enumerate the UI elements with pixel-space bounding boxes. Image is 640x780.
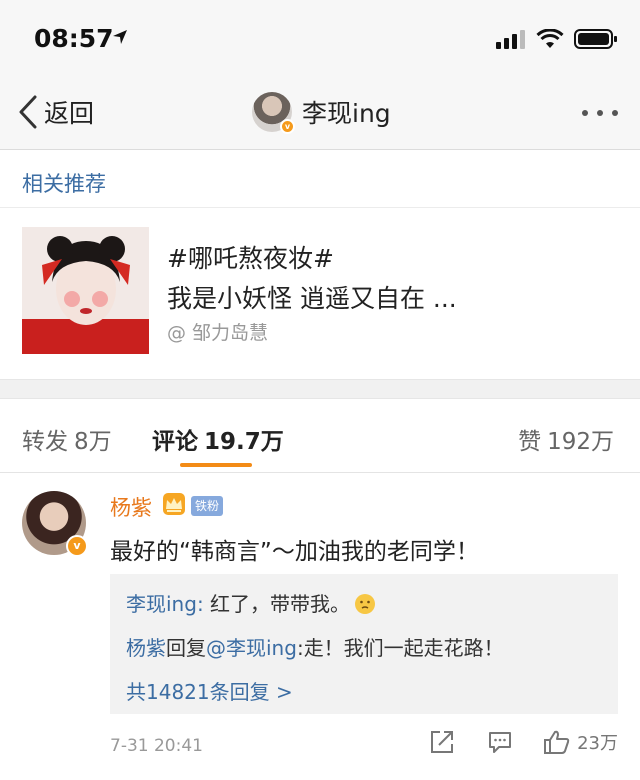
- recommendation-card[interactable]: #哪吒熬夜妆# 我是小妖怪 逍遥又自在 ... @ 邹力岛慧: [0, 209, 640, 379]
- reply-item: 杨紫回复@李现ing:走！我们一起走花路！: [126, 632, 504, 661]
- verified-badge-icon: v: [66, 535, 88, 557]
- reply-author[interactable]: 杨紫: [126, 636, 166, 660]
- thumbs-up-icon: [544, 730, 570, 754]
- recommendation-text: 我是小妖怪 逍遥又自在 ...: [167, 284, 457, 313]
- avatar: v: [252, 92, 295, 134]
- status-bar: 08:57: [0, 0, 640, 80]
- like-count: 23万: [577, 733, 618, 754]
- back-label: 返回: [44, 99, 95, 128]
- back-button[interactable]: 返回: [18, 94, 94, 130]
- tab-like[interactable]: 赞 192万: [518, 422, 614, 456]
- tab-comment[interactable]: 评论 19.7万: [152, 422, 284, 456]
- tab-like-count: 192万: [547, 429, 614, 455]
- active-tab-indicator: [180, 463, 252, 467]
- recommendation-thumbnail: [22, 227, 149, 354]
- reply-separator: :: [196, 592, 211, 616]
- battery-icon: [574, 29, 617, 49]
- reply-verb: 回复: [166, 636, 206, 660]
- reply-author[interactable]: 李现ing: [126, 592, 197, 616]
- comment-actions: 23万: [429, 729, 618, 755]
- reply-text: 走！我们一起走花路！: [303, 636, 504, 660]
- reply-text: 红了，带带我。: [210, 592, 351, 616]
- crown-icon: [163, 493, 185, 515]
- share-icon: [431, 731, 454, 753]
- cellular-signal-icon: [496, 30, 525, 49]
- tab-repost[interactable]: 转发 8万: [22, 422, 112, 456]
- share-button[interactable]: [429, 729, 455, 755]
- wifi-icon: [536, 29, 564, 48]
- recommendation-title: #哪吒熬夜妆#: [167, 244, 334, 273]
- comment-timestamp: 7-31 20:41: [110, 736, 203, 756]
- like-button[interactable]: 23万: [543, 729, 618, 755]
- interaction-tabs: 转发 8万 评论 19.7万 赞 192万: [0, 400, 640, 473]
- comment-author[interactable]: 杨紫: [110, 492, 152, 522]
- nav-profile[interactable]: v 李现ing: [252, 92, 391, 134]
- emoji-think-icon: [355, 594, 376, 614]
- tab-repost-count: 8万: [74, 429, 112, 455]
- reply-box[interactable]: 李现ing: 红了，带带我。 杨紫回复@李现ing:走！我们一起走花路！ 共14…: [110, 574, 618, 714]
- tab-repost-label: 转发: [22, 429, 68, 455]
- status-icons: [496, 28, 618, 50]
- more-replies-link[interactable]: 共14821条回复 >: [126, 676, 293, 705]
- verified-badge-icon: v: [280, 119, 295, 134]
- related-section-header: 相关推荐: [0, 151, 640, 208]
- page-title: 李现ing: [302, 99, 391, 128]
- tab-comment-count: 19.7万: [204, 429, 284, 455]
- reply-button[interactable]: [487, 729, 513, 755]
- tab-like-label: 赞: [518, 429, 542, 455]
- comment-bubble-icon: [489, 732, 512, 753]
- fan-badge: 铁粉: [191, 496, 224, 516]
- related-title: 相关推荐: [22, 172, 106, 196]
- reply-mention[interactable]: @李现ing: [206, 636, 297, 660]
- reply-item: 李现ing: 红了，带带我。: [126, 588, 376, 617]
- status-time: 08:57: [34, 24, 114, 53]
- more-dots-icon[interactable]: [582, 110, 618, 116]
- comment-text: 最好的“韩商言”～加油我的老同学！: [110, 539, 479, 565]
- tab-comment-label: 评论: [152, 429, 198, 455]
- reply-separator: :: [296, 636, 304, 660]
- chevron-left-icon: [19, 95, 37, 129]
- section-divider: [0, 379, 640, 399]
- avatar[interactable]: v: [22, 491, 88, 557]
- nav-bar: 返回 v 李现ing: [0, 80, 640, 150]
- comment-item: v 杨紫 铁粉 最好的“韩商言”～加油我的老同学！ 李现ing: 红了，带带我。…: [0, 474, 640, 780]
- recommendation-author: @ 邹力岛慧: [167, 322, 269, 344]
- location-arrow-icon: [113, 30, 127, 44]
